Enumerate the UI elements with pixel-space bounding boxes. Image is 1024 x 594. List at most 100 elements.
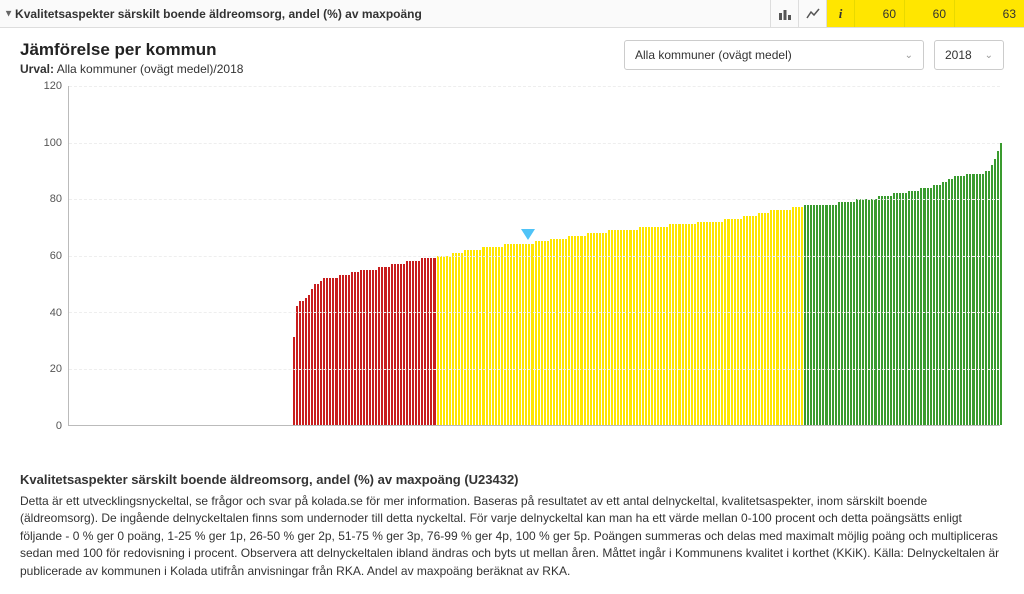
bar[interactable]	[504, 244, 506, 425]
bar[interactable]	[553, 239, 555, 425]
bar[interactable]	[963, 176, 965, 425]
bar[interactable]	[923, 188, 925, 425]
bar[interactable]	[525, 244, 527, 425]
bar[interactable]	[905, 193, 907, 425]
bar[interactable]	[783, 210, 785, 425]
bar[interactable]	[761, 213, 763, 425]
bar[interactable]	[516, 244, 518, 425]
bar[interactable]	[378, 267, 380, 425]
bar[interactable]	[755, 216, 757, 425]
bar[interactable]	[623, 230, 625, 425]
bar[interactable]	[605, 233, 607, 425]
bar[interactable]	[770, 210, 772, 425]
bar[interactable]	[574, 236, 576, 425]
bar[interactable]	[568, 236, 570, 425]
bar[interactable]	[884, 196, 886, 425]
bar[interactable]	[541, 241, 543, 425]
bar[interactable]	[513, 244, 515, 425]
bar[interactable]	[850, 202, 852, 425]
bar[interactable]	[639, 227, 641, 425]
bar[interactable]	[706, 222, 708, 425]
bar[interactable]	[369, 270, 371, 425]
bar[interactable]	[957, 176, 959, 425]
bar-chart-icon[interactable]	[770, 0, 798, 27]
bar[interactable]	[979, 174, 981, 425]
bar[interactable]	[501, 247, 503, 425]
bar[interactable]	[590, 233, 592, 425]
bar[interactable]	[535, 241, 537, 425]
bar[interactable]	[342, 275, 344, 425]
line-chart-icon[interactable]	[798, 0, 826, 27]
bar[interactable]	[982, 174, 984, 425]
bar[interactable]	[663, 227, 665, 425]
bar[interactable]	[792, 207, 794, 425]
bar[interactable]	[773, 210, 775, 425]
bar[interactable]	[299, 301, 301, 425]
bar[interactable]	[737, 219, 739, 425]
bar[interactable]	[835, 205, 837, 425]
bar[interactable]	[348, 275, 350, 425]
bar[interactable]	[786, 210, 788, 425]
bar[interactable]	[700, 222, 702, 425]
bar[interactable]	[807, 205, 809, 425]
bar[interactable]	[388, 267, 390, 425]
bar[interactable]	[651, 227, 653, 425]
bar[interactable]	[709, 222, 711, 425]
bar[interactable]	[936, 185, 938, 425]
bar[interactable]	[749, 216, 751, 425]
bar[interactable]	[718, 222, 720, 425]
bar[interactable]	[829, 205, 831, 425]
bar[interactable]	[363, 270, 365, 425]
bar[interactable]	[712, 222, 714, 425]
bar[interactable]	[335, 278, 337, 425]
bar[interactable]	[437, 256, 439, 426]
bar[interactable]	[538, 241, 540, 425]
bar[interactable]	[464, 250, 466, 425]
bar[interactable]	[930, 188, 932, 425]
bar[interactable]	[381, 267, 383, 425]
bar[interactable]	[528, 244, 530, 425]
bar[interactable]	[902, 193, 904, 425]
bar[interactable]	[467, 250, 469, 425]
bar[interactable]	[822, 205, 824, 425]
bar[interactable]	[329, 278, 331, 425]
bar[interactable]	[721, 222, 723, 425]
bar[interactable]	[881, 196, 883, 425]
bar[interactable]	[629, 230, 631, 425]
bar[interactable]	[951, 179, 953, 425]
bar[interactable]	[853, 202, 855, 425]
bar[interactable]	[743, 216, 745, 425]
bar[interactable]	[421, 258, 423, 425]
bar[interactable]	[917, 191, 919, 425]
bar[interactable]	[562, 239, 564, 425]
bar[interactable]	[896, 193, 898, 425]
bar[interactable]	[731, 219, 733, 425]
bar[interactable]	[372, 270, 374, 425]
bar[interactable]	[455, 253, 457, 425]
bar[interactable]	[495, 247, 497, 425]
bar[interactable]	[430, 258, 432, 425]
bar[interactable]	[473, 250, 475, 425]
bar[interactable]	[617, 230, 619, 425]
bar[interactable]	[599, 233, 601, 425]
bar[interactable]	[584, 236, 586, 425]
bar[interactable]	[645, 227, 647, 425]
bar[interactable]	[633, 230, 635, 425]
bar[interactable]	[614, 230, 616, 425]
bar[interactable]	[397, 264, 399, 425]
bar[interactable]	[580, 236, 582, 425]
bar[interactable]	[326, 278, 328, 425]
bar[interactable]	[360, 270, 362, 425]
bar[interactable]	[305, 298, 307, 425]
bar[interactable]	[470, 250, 472, 425]
bar[interactable]	[948, 179, 950, 425]
bar[interactable]	[492, 247, 494, 425]
bar[interactable]	[734, 219, 736, 425]
bar[interactable]	[461, 253, 463, 425]
bar[interactable]	[740, 219, 742, 425]
bar[interactable]	[825, 205, 827, 425]
bar[interactable]	[550, 239, 552, 425]
bar[interactable]	[424, 258, 426, 425]
bar[interactable]	[498, 247, 500, 425]
bar[interactable]	[804, 205, 806, 425]
